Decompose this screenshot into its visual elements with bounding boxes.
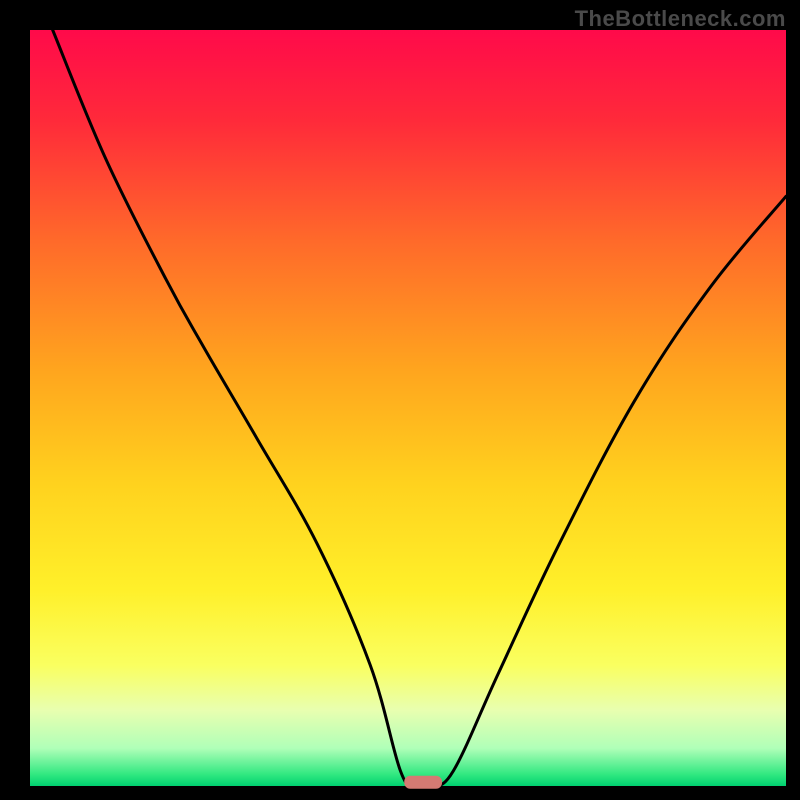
watermark-text: TheBottleneck.com <box>575 6 786 32</box>
bottleneck-chart: TheBottleneck.com <box>0 0 800 800</box>
optimal-marker <box>404 776 442 789</box>
chart-svg <box>0 0 800 800</box>
gradient-background <box>30 30 786 786</box>
